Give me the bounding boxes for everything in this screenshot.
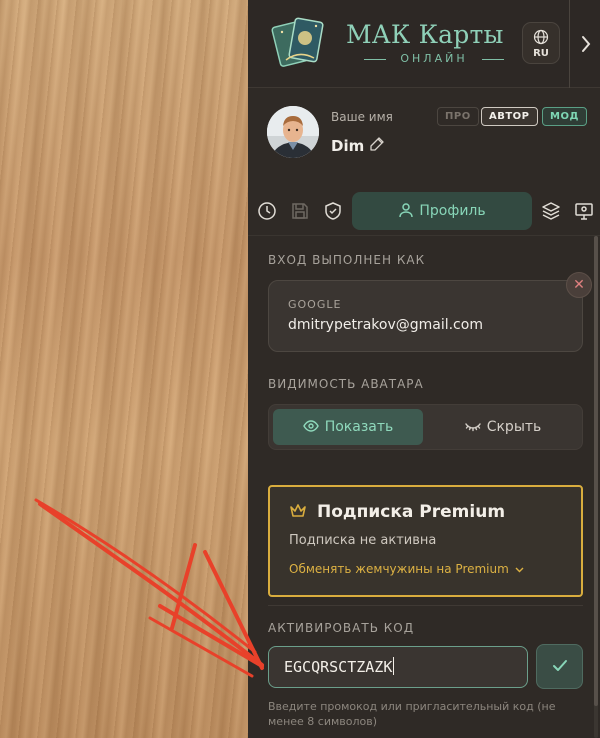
login-section-title: ВХОД ВЫПОЛНЕН КАК — [268, 253, 426, 267]
logout-button[interactable]: ✕ — [566, 272, 592, 298]
promo-code-input[interactable]: EGCQRSCTZAZK — [268, 646, 528, 688]
activate-code-title: АКТИВИРОВАТЬ КОД — [268, 621, 415, 635]
avatar-visibility-title: ВИДИМОСТЬ АВАТАРА — [268, 377, 424, 391]
wood-table-background — [0, 0, 248, 738]
shield-check-icon[interactable] — [323, 201, 343, 221]
premium-title: Подписка Premium — [317, 502, 506, 522]
avatar-visibility-toggle: Показать Скрыть — [268, 404, 583, 450]
scrollbar[interactable] — [594, 236, 598, 738]
close-icon: ✕ — [573, 277, 585, 293]
language-label: RU — [533, 48, 549, 59]
layers-icon[interactable] — [541, 201, 561, 221]
save-icon[interactable] — [290, 201, 310, 221]
user-photo — [267, 106, 319, 158]
login-provider: GOOGLE — [288, 298, 342, 311]
tab-profile[interactable]: Профиль — [352, 192, 532, 230]
premium-card: Подписка Premium Подписка не активна Обм… — [268, 485, 583, 597]
side-panel: МАК Карты ОНЛАЙН RU Ваше имя Dim ПРО АВТ… — [248, 0, 600, 738]
tab-bar: Профиль — [248, 186, 600, 236]
section-divider — [268, 605, 583, 606]
hide-avatar-label: Скрыть — [486, 419, 542, 435]
globe-icon — [533, 29, 549, 45]
user-name: Dim — [331, 137, 365, 155]
promo-code-hint: Введите промокод или пригласительный код… — [268, 700, 556, 728]
chevron-right-icon[interactable] — [580, 34, 592, 54]
app-title: МАК Карты — [346, 20, 504, 49]
checkmark-icon — [552, 660, 567, 671]
avatar[interactable] — [267, 106, 319, 158]
exchange-pearls-link[interactable]: Обменять жемчужины на Premium — [289, 562, 524, 576]
eye-closed-icon — [465, 423, 481, 432]
hide-avatar-button[interactable]: Скрыть — [427, 409, 579, 445]
panel-header: МАК Карты ОНЛАЙН RU — [248, 0, 600, 88]
app-subtitle: ОНЛАЙН — [364, 52, 504, 65]
header-divider — [569, 0, 570, 88]
edit-icon[interactable] — [369, 136, 385, 152]
clock-icon[interactable] — [257, 201, 277, 221]
login-email: dmitrypetrakov@gmail.com — [288, 317, 483, 333]
promo-code-value: EGCQRSCTZAZK — [284, 658, 393, 676]
submit-code-button[interactable] — [536, 644, 583, 689]
show-avatar-label: Показать — [324, 419, 394, 435]
name-label: Ваше имя — [331, 110, 393, 124]
language-button[interactable]: RU — [522, 22, 560, 64]
chevron-down-icon — [515, 567, 524, 573]
eye-icon — [302, 420, 319, 432]
exchange-pearls-label: Обменять жемчужины на Premium — [289, 562, 509, 576]
tab-profile-label: Профиль — [419, 203, 486, 219]
premium-status: Подписка не активна — [289, 533, 437, 548]
monitor-icon[interactable] — [574, 201, 594, 221]
user-icon — [399, 203, 414, 218]
crown-icon — [290, 504, 306, 517]
tarot-cards-logo-icon — [271, 17, 324, 67]
show-avatar-button[interactable]: Показать — [273, 409, 423, 445]
login-card: GOOGLE dmitrypetrakov@gmail.com — [268, 280, 583, 352]
mod-badge: МОД — [542, 107, 587, 126]
pro-badge: ПРО — [437, 107, 479, 126]
author-badge: АВТОР — [481, 107, 538, 126]
text-caret — [393, 657, 395, 675]
